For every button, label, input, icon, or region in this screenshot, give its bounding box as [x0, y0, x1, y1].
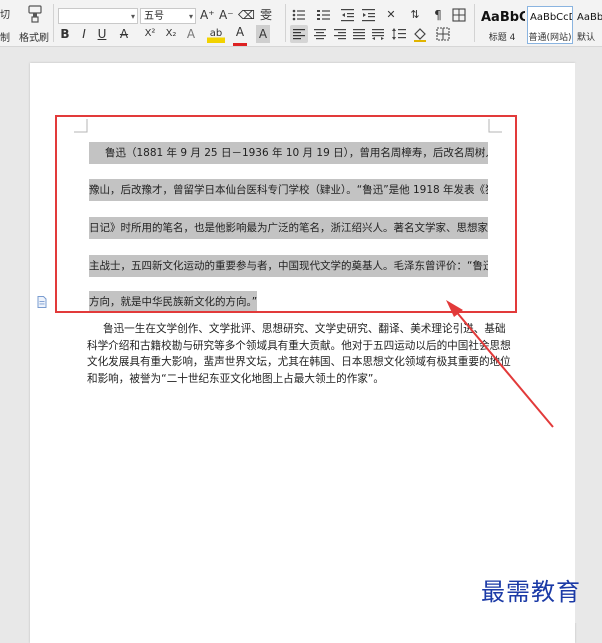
watermark-text: 最需教育: [481, 578, 581, 606]
annotation-arrow: [446, 300, 554, 428]
